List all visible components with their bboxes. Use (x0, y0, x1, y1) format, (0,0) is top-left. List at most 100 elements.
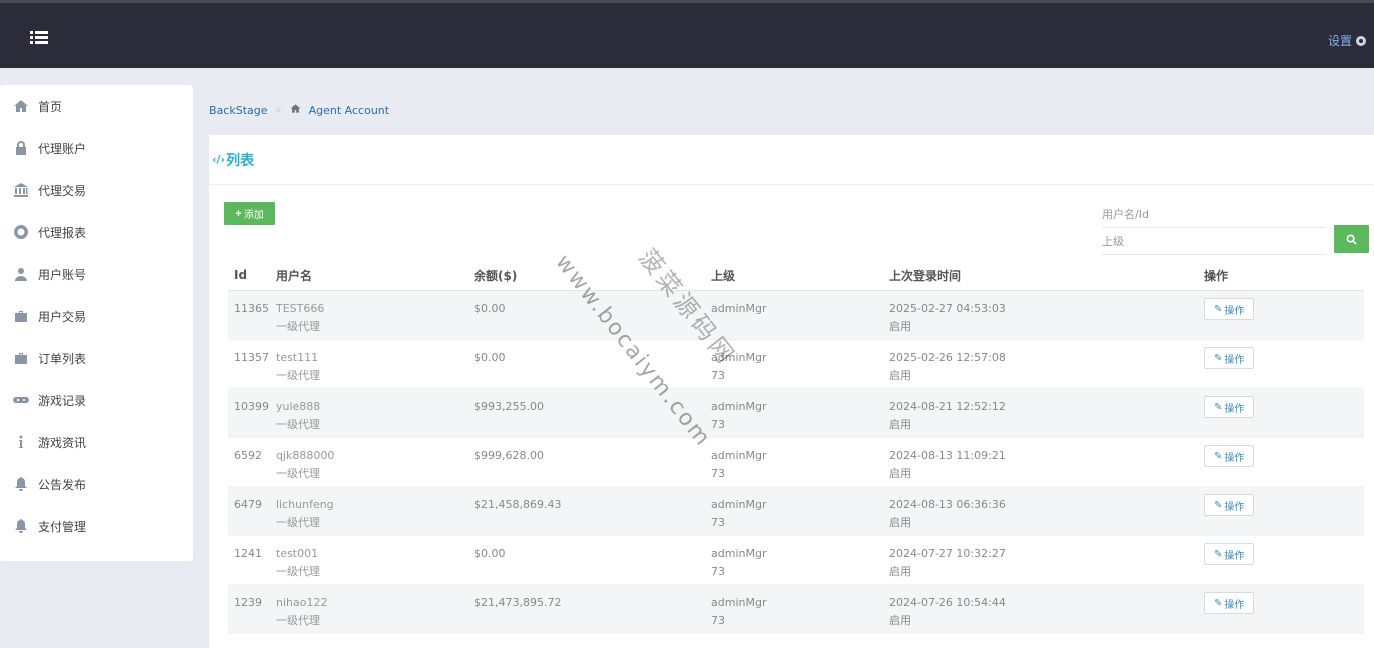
cell-last-login: 2024-07-26 10:54:44 (889, 595, 1006, 609)
row-action-label: 操作 (1224, 305, 1245, 317)
sidebar-item-agent-account[interactable]: 代理账户 (0, 127, 193, 169)
cell-parent: adminMgr (711, 350, 767, 364)
row-action-button[interactable]: ✎ 操作 (1204, 298, 1255, 320)
cell-last-login: 2024-08-21 12:52:12 (889, 399, 1006, 413)
col-header-parent: 上级 (705, 261, 883, 291)
edit-icon: ✎ (1214, 597, 1223, 609)
row-action-label: 操作 (1224, 354, 1245, 366)
col-header-last-login: 上次登录时间 (883, 261, 1198, 291)
cell-last-login: 2025-02-27 04:53:03 (889, 301, 1006, 315)
row-action-button[interactable]: ✎ 操作 (1204, 396, 1255, 418)
table-row: 6479 lichunfeng 一级代理 $21,458,869.43 admin… (228, 486, 1364, 536)
cell-status: 启用 (889, 368, 911, 382)
cell-username: lichunfeng (276, 497, 334, 511)
code-icon: ‹/› (212, 153, 226, 166)
cell-last-login: 2024-08-13 11:09:21 (889, 448, 1006, 462)
add-button-label: 添加 (243, 210, 264, 221)
sidebar-item-announcements[interactable]: 公告发布 (0, 463, 193, 505)
plus-icon: + (235, 207, 242, 220)
bell-icon (12, 518, 30, 534)
username-search-input[interactable] (1102, 202, 1326, 228)
cell-parent: adminMgr (711, 497, 767, 511)
sidebar-item-user-transactions[interactable]: 用户交易 (0, 295, 193, 337)
breadcrumb: BackStage » Agent Account (209, 103, 389, 117)
row-action-label: 操作 (1224, 501, 1245, 513)
cell-balance: $21,458,869.43 (468, 486, 705, 536)
home-icon (12, 98, 30, 114)
sidebar-item-label: 代理报表 (38, 225, 87, 240)
cell-id: 11357 (228, 339, 270, 389)
sidebar-item-label: 公告发布 (38, 477, 87, 492)
cell-last-login: 2024-07-27 10:32:27 (889, 546, 1006, 560)
sidebar: 首页 代理账户 代理交易 代理报表 用户账号 用户交易 订单列表 游戏记录 游戏… (0, 85, 193, 561)
col-header-id: Id (228, 261, 270, 291)
edit-icon: ✎ (1214, 401, 1223, 413)
cell-level: 一级代理 (276, 368, 320, 382)
edit-icon: ✎ (1214, 499, 1223, 511)
briefcase-icon (12, 350, 30, 366)
sidebar-item-label: 代理账户 (38, 141, 87, 156)
sidebar-item-label: 订单列表 (38, 351, 87, 366)
row-action-button[interactable]: ✎ 操作 (1204, 445, 1255, 467)
table-header-row: Id 用户名 余额($) 上级 上次登录时间 操作 (228, 261, 1364, 291)
breadcrumb-root[interactable]: BackStage (209, 104, 268, 117)
cell-level: 一级代理 (276, 466, 320, 480)
cell-balance: $0.00 (468, 290, 705, 340)
cell-balance: $21,473,895.72 (468, 584, 705, 634)
row-action-button[interactable]: ✎ 操作 (1204, 494, 1255, 516)
search-button[interactable] (1334, 225, 1369, 253)
cell-parent: adminMgr (711, 399, 767, 413)
page-title: 列表 (226, 152, 255, 169)
breadcrumb-current[interactable]: Agent Account (309, 104, 389, 117)
sidebar-item-label: 用户账号 (38, 267, 87, 282)
cell-status: 启用 (889, 319, 911, 333)
row-action-label: 操作 (1224, 599, 1245, 611)
breadcrumb-separator: » (275, 104, 282, 116)
gear-icon (1356, 35, 1366, 46)
sidebar-item-order-list[interactable]: 订单列表 (0, 337, 193, 379)
cell-level: 一级代理 (276, 515, 320, 529)
sidebar-item-label: 支付管理 (38, 519, 87, 534)
cell-username: test001 (276, 546, 319, 560)
row-action-button[interactable]: ✎ 操作 (1204, 592, 1255, 614)
table-row: 1239 nihao122 一级代理 $21,473,895.72 adminMg… (228, 584, 1364, 634)
edit-icon: ✎ (1214, 303, 1223, 315)
briefcase-icon (12, 308, 30, 324)
row-action-label: 操作 (1224, 550, 1245, 562)
col-header-balance: 余额($) (468, 261, 705, 291)
panel-header: ‹/› 列表 (209, 135, 1374, 185)
row-action-button[interactable]: ✎ 操作 (1204, 347, 1255, 369)
sidebar-item-payment-management[interactable]: 支付管理 (0, 505, 193, 547)
row-action-button[interactable]: ✎ 操作 (1204, 543, 1255, 565)
settings-label: 设置 (1327, 34, 1352, 48)
cell-status: 启用 (889, 613, 911, 627)
cell-parent: adminMgr (711, 546, 767, 560)
sidebar-item-label: 游戏资讯 (38, 435, 87, 450)
add-button[interactable]: + 添加 (224, 202, 275, 225)
cell-username: TEST666 (276, 301, 325, 315)
table-row: 1241 test001 一级代理 $0.00 adminMgr 73 2024-0… (228, 535, 1364, 585)
edit-icon: ✎ (1214, 548, 1223, 560)
table-row: 11365 TEST666 一级代理 $0.00 adminMgr 2025-02… (228, 290, 1364, 340)
cell-id: 6479 (228, 486, 270, 536)
sidebar-item-home[interactable]: 首页 (0, 85, 193, 127)
top-navbar: 设置 (0, 0, 1374, 68)
sidebar-item-game-records[interactable]: 游戏记录 (0, 379, 193, 421)
cell-id: 10399 (228, 388, 270, 438)
info-icon (12, 434, 30, 450)
lock-icon (12, 140, 30, 156)
cell-parent: adminMgr (711, 595, 767, 609)
menu-toggle-icon[interactable] (30, 31, 48, 45)
settings-link[interactable]: 设置 (1328, 32, 1366, 49)
sidebar-item-agent-transactions[interactable]: 代理交易 (0, 169, 193, 211)
table-row: 10399 yule888 一级代理 $993,255.00 adminMgr 73… (228, 388, 1364, 438)
cell-balance: $0.00 (468, 535, 705, 585)
sidebar-item-label: 游戏记录 (38, 393, 87, 408)
row-action-label: 操作 (1224, 452, 1245, 464)
sidebar-item-agent-reports[interactable]: 代理报表 (0, 211, 193, 253)
cell-parent: adminMgr (711, 301, 767, 315)
sidebar-item-game-news[interactable]: 游戏资讯 (0, 421, 193, 463)
cell-balance: $993,255.00 (468, 388, 705, 438)
parent-search-input[interactable] (1102, 229, 1326, 255)
sidebar-item-user-accounts[interactable]: 用户账号 (0, 253, 193, 295)
